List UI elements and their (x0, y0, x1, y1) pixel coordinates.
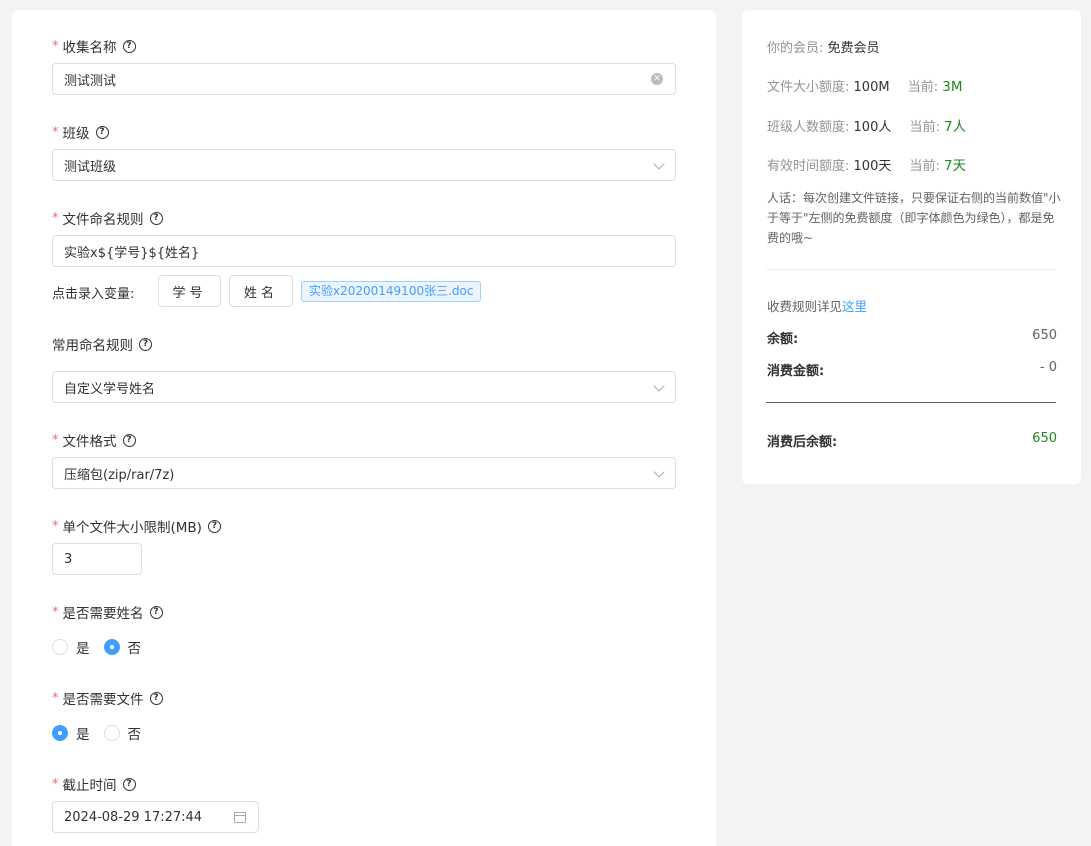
naming-rule-label: * 文件命名规则 ? (52, 208, 163, 228)
file-size-quota-row: 文件大小额度: 100M 当前: 3M (767, 79, 963, 95)
file-format-label: * 文件格式 ? (52, 430, 136, 450)
cost-row: 消费金额: - 0 (767, 360, 1057, 379)
membership-row: 你的会员: 免费会员 (767, 41, 880, 56)
collection-name-input[interactable]: 测试测试 ✕ (52, 63, 676, 95)
form-card (12, 10, 716, 846)
need-name-no-radio[interactable]: 否 (103, 637, 141, 657)
size-limit-input[interactable]: 3 (52, 543, 142, 575)
chevron-down-icon (653, 466, 665, 478)
fee-rule-link[interactable]: 这里 (842, 299, 867, 314)
need-name-yes-radio[interactable]: 是 (52, 637, 90, 657)
need-file-radio-group: 是 否 (52, 723, 155, 743)
name-variable-button[interactable]: 姓名 (229, 275, 293, 307)
help-icon[interactable]: ? (122, 777, 136, 791)
collection-name-label: * 收集名称 ? (52, 36, 136, 56)
deadline-datetime-picker[interactable]: 2024-08-29 17:27:44 (52, 801, 259, 833)
common-rule-select[interactable]: 自定义学号姓名 (52, 371, 676, 403)
need-name-radio-group: 是 否 (52, 637, 155, 657)
deadline-label: * 截止时间 ? (52, 774, 136, 794)
quota-note: 人话：每次创建文件链接，只要保证右侧的当前数值"小于等于"左侧的免费额度（即字体… (767, 191, 1061, 245)
fee-rule-row: 收费规则详见这里 (767, 299, 868, 314)
common-rule-label: 常用命名规则 ? (52, 334, 152, 354)
naming-preview-tag: 实验x20200149100张三.doc (301, 281, 482, 302)
help-icon[interactable]: ? (122, 433, 136, 447)
chevron-down-icon (653, 158, 665, 170)
help-icon[interactable]: ? (122, 39, 136, 53)
help-icon[interactable]: ? (139, 337, 152, 351)
variable-label: 点击录入变量: (52, 287, 135, 302)
help-icon[interactable]: ? (149, 211, 163, 225)
help-icon[interactable]: ? (149, 691, 163, 705)
help-icon[interactable]: ? (95, 125, 109, 139)
class-label: * 班级 ? (52, 122, 109, 142)
clear-icon[interactable]: ✕ (651, 73, 663, 85)
student-id-variable-button[interactable]: 学号 (158, 275, 221, 307)
balance-row: 余额: 650 (767, 328, 1057, 347)
need-file-no-radio[interactable]: 否 (103, 723, 141, 743)
valid-time-quota-row: 有效时间额度: 100天 当前: 7天 (767, 158, 967, 174)
help-icon[interactable]: ? (149, 605, 163, 619)
after-balance-row: 消费后余额: 650 (767, 431, 1057, 450)
need-file-label: * 是否需要文件 ? (52, 688, 163, 708)
need-name-label: * 是否需要姓名 ? (52, 602, 163, 622)
calendar-icon (234, 812, 246, 823)
divider (766, 402, 1056, 403)
need-file-yes-radio[interactable]: 是 (52, 723, 90, 743)
size-limit-label: * 单个文件大小限制(MB) ? (52, 516, 221, 536)
chevron-down-icon (653, 380, 665, 392)
help-icon[interactable]: ? (207, 519, 221, 533)
class-select[interactable]: 测试班级 (52, 149, 676, 181)
naming-rule-input[interactable]: 实验x${学号}${姓名} (52, 235, 676, 267)
file-format-select[interactable]: 压缩包(zip/rar/7z) (52, 457, 676, 489)
divider (766, 269, 1056, 270)
class-size-quota-row: 班级人数额度: 100人 当前: 7人 (767, 119, 967, 135)
